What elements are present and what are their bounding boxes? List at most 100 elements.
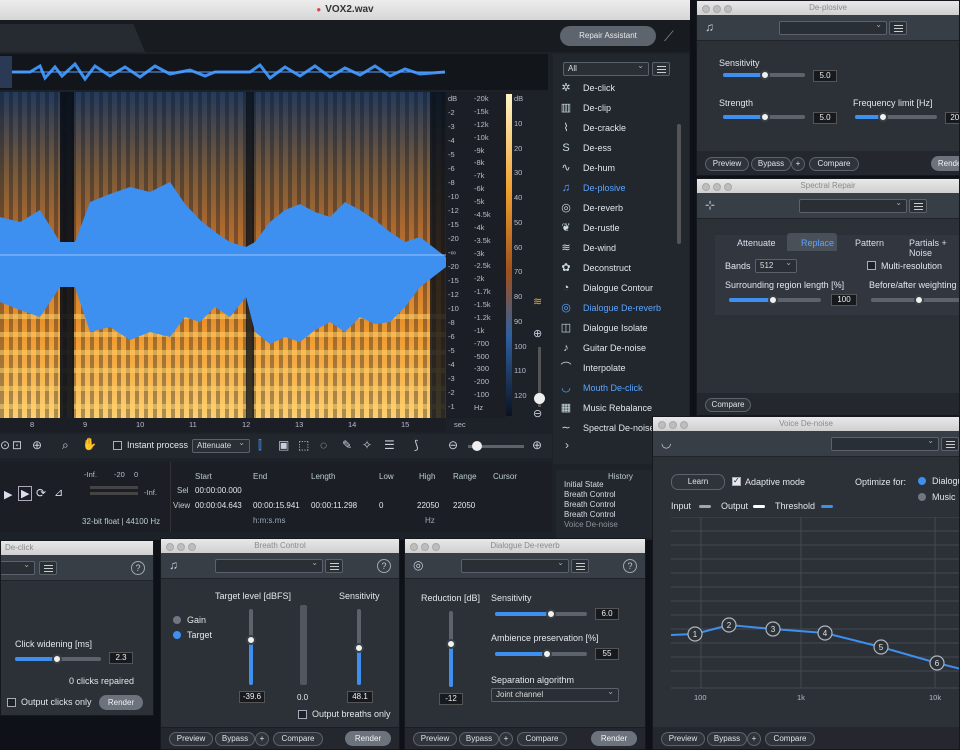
zoom-selection-icon[interactable]: ⊡ xyxy=(12,438,22,452)
history-item[interactable]: Initial State xyxy=(564,480,604,489)
breath-plus-button[interactable]: + xyxy=(255,732,269,746)
slider-knob[interactable] xyxy=(760,70,770,80)
slider-knob[interactable] xyxy=(768,295,778,305)
deplosive-sensitivity-value[interactable]: 5.0 xyxy=(813,70,837,82)
spectral-repair-preset-dropdown[interactable] xyxy=(799,197,907,213)
declick-preset-dropdown[interactable] xyxy=(1,559,35,575)
dereverb-render-button[interactable]: Render xyxy=(591,731,637,746)
deplosive-strength-value[interactable]: 5.0 xyxy=(813,112,837,124)
module-filter-dropdown[interactable]: All xyxy=(563,60,649,76)
view-low-value[interactable]: 0 xyxy=(379,501,383,510)
reduction-slider[interactable] xyxy=(446,611,456,687)
view-end-value[interactable]: 00:00:15.941 xyxy=(253,501,300,510)
module-item[interactable]: ⌒ Interpolate xyxy=(553,358,693,378)
expand-modules-chevron-icon[interactable]: › xyxy=(565,438,569,452)
slider-knob[interactable] xyxy=(542,649,552,659)
threshold-node-label[interactable]: 1 xyxy=(693,630,698,639)
zoom-in-horizontal-icon[interactable]: ⊕ xyxy=(532,438,542,452)
module-item[interactable]: ◫ Dialogue Isolate xyxy=(553,318,693,338)
separation-algorithm-dropdown[interactable]: Joint channel xyxy=(491,686,619,702)
play-selection-icon[interactable]: ⊿ xyxy=(54,486,63,499)
module-item[interactable]: ≋ De-wind xyxy=(553,238,693,258)
slider-knob[interactable] xyxy=(546,609,556,619)
overview-waveform[interactable] xyxy=(0,54,548,90)
breath-render-button[interactable]: Render xyxy=(345,731,391,746)
dialogue-dereverb-help-icon[interactable]: ? xyxy=(623,559,637,573)
voice-denoise-menu-button[interactable] xyxy=(941,437,959,451)
deplosive-compare-button[interactable]: Compare xyxy=(809,157,859,171)
module-item[interactable]: ◡ Mouth De-click xyxy=(553,378,693,398)
lasso-zoom-icon[interactable]: ⊙ xyxy=(0,438,10,452)
surrounding-region-slider[interactable] xyxy=(729,295,821,305)
breath-control-menu-button[interactable] xyxy=(325,559,343,573)
deplosive-render-button[interactable]: Render xyxy=(931,156,959,171)
breath-control-help-icon[interactable]: ? xyxy=(377,559,391,573)
threshold-node-label[interactable]: 3 xyxy=(771,625,776,634)
spectral-repair-menu-button[interactable] xyxy=(909,199,927,213)
module-item[interactable]: ⌇ De-crackle xyxy=(553,118,693,138)
module-item[interactable]: ∿ De-hum xyxy=(553,158,693,178)
slider-knob[interactable] xyxy=(354,643,364,653)
dialogue-dereverb-preset-dropdown[interactable] xyxy=(461,557,569,573)
voice-denoise-preview-button[interactable]: Preview xyxy=(661,732,705,746)
hand-tool-icon[interactable]: ✋ xyxy=(82,437,97,451)
breath-preview-button[interactable]: Preview xyxy=(169,732,213,746)
lasso-icon[interactable]: ◌ xyxy=(320,438,327,452)
dereverb-preview-button[interactable]: Preview xyxy=(413,732,457,746)
time-selection-icon[interactable]: ⫿ xyxy=(258,438,262,453)
tab-partials-noise[interactable]: Partials + Noise xyxy=(909,238,959,258)
rect-selection-icon[interactable]: ▣ xyxy=(278,438,289,452)
spectral-repair-compare-button[interactable]: Compare xyxy=(705,398,751,412)
instant-process-checkbox[interactable] xyxy=(113,441,122,450)
slider-knob[interactable] xyxy=(446,639,456,649)
view-range-value[interactable]: 22050 xyxy=(453,501,475,510)
tab-replace[interactable]: Replace xyxy=(801,238,834,248)
magic-wand-icon[interactable]: ✧ xyxy=(362,438,372,452)
threshold-node-label[interactable]: 6 xyxy=(935,659,940,668)
dereverb-bypass-button[interactable]: Bypass xyxy=(459,732,499,746)
loop-icon[interactable]: ⟳ xyxy=(36,486,46,500)
file-tab[interactable] xyxy=(0,24,145,52)
freq-unit-label[interactable]: Hz xyxy=(425,516,435,525)
voice-denoise-bypass-button[interactable]: Bypass xyxy=(707,732,747,746)
module-item[interactable]: ✿ Deconstruct xyxy=(553,258,693,278)
slider-knob[interactable] xyxy=(760,112,770,122)
zoom-out-vertical-icon[interactable]: ⊖ xyxy=(533,407,542,420)
declick-render-button[interactable]: Render xyxy=(99,695,143,710)
breath-compare-button[interactable]: Compare xyxy=(273,732,323,746)
module-list-menu-button[interactable] xyxy=(652,62,670,76)
target-radio[interactable] xyxy=(173,631,181,639)
module-item[interactable]: ♪ Guitar De-noise xyxy=(553,338,693,358)
click-widening-slider[interactable] xyxy=(15,654,101,664)
time-unit-label[interactable]: h:m:s.ms xyxy=(253,516,285,525)
optimize-dialogue-radio[interactable] xyxy=(918,477,926,485)
dereverb-compare-button[interactable]: Compare xyxy=(517,732,567,746)
breath-sensitivity-value[interactable]: 48.1 xyxy=(347,691,373,703)
gain-radio[interactable] xyxy=(173,616,181,624)
deplosive-bypass-button[interactable]: Bypass xyxy=(751,157,791,171)
deplosive-preview-button[interactable]: Preview xyxy=(705,157,749,171)
breath-sensitivity-slider[interactable] xyxy=(354,609,364,685)
multi-resolution-checkbox[interactable] xyxy=(867,261,876,270)
zoom-in-vertical-icon[interactable]: ⊕ xyxy=(533,327,542,340)
slider-knob[interactable] xyxy=(52,654,62,664)
threshold-node-label[interactable]: 4 xyxy=(823,629,828,638)
history-item[interactable]: Breath Control xyxy=(564,510,616,519)
breath-control-preset-dropdown[interactable] xyxy=(215,557,323,573)
optimize-music-radio[interactable] xyxy=(918,493,926,501)
history-item[interactable]: Voice De-noise xyxy=(564,520,618,529)
sel-start-value[interactable]: 00:00:00.000 xyxy=(195,486,242,495)
voice-denoise-compare-button[interactable]: Compare xyxy=(765,732,815,746)
module-item[interactable]: ❦ De-rustle xyxy=(553,218,693,238)
dereverb-plus-button[interactable]: + xyxy=(499,732,513,746)
bands-dropdown[interactable]: 512 xyxy=(755,257,797,273)
deplosive-preset-dropdown[interactable] xyxy=(779,19,887,35)
voice-denoise-preset-dropdown[interactable] xyxy=(831,435,939,451)
horizontal-zoom-slider[interactable] xyxy=(468,441,524,451)
slider-knob[interactable] xyxy=(878,112,888,122)
module-item[interactable]: ♫ De-plosive xyxy=(553,178,693,198)
declick-help-icon[interactable]: ? xyxy=(131,561,145,575)
dialogue-dereverb-menu-button[interactable] xyxy=(571,559,589,573)
module-item[interactable]: S De-ess xyxy=(553,138,693,158)
zoom-fit-icon[interactable]: ⊕ xyxy=(32,438,42,452)
